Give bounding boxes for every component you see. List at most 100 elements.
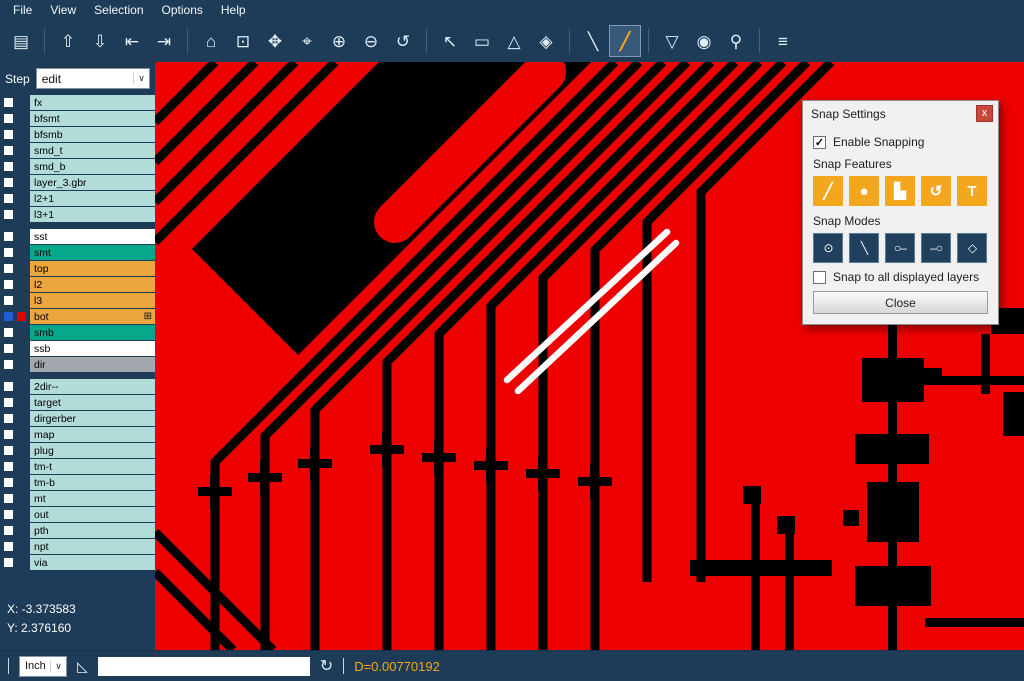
layer-label[interactable]: smd_b	[30, 159, 155, 174]
layer-visibility-checkbox[interactable]	[4, 344, 13, 353]
layer-row-l3+1[interactable]: l3+1	[0, 207, 155, 222]
layer-row-l2[interactable]: l2	[0, 277, 155, 292]
layer-row-plug[interactable]: plug	[0, 443, 155, 458]
layer-visibility-checkbox[interactable]	[4, 178, 13, 187]
layer-label[interactable]: top	[30, 261, 155, 276]
layer-row-smd_t[interactable]: smd_t	[0, 143, 155, 158]
snap-pad-button[interactable]: ●	[849, 176, 879, 206]
find-in-view-icon[interactable]: ⚲	[721, 26, 751, 56]
snap-surface-button[interactable]: ▙	[885, 176, 915, 206]
layer-visibility-checkbox[interactable]	[4, 130, 13, 139]
layer-label[interactable]: via	[30, 555, 155, 570]
layer-visibility-checkbox[interactable]	[4, 382, 13, 391]
menu-options[interactable]: Options	[153, 1, 212, 19]
measure-ruler-icon[interactable]: ╱	[610, 26, 640, 56]
layer-label[interactable]: ssb	[30, 341, 155, 356]
layer-visibility-checkbox[interactable]	[4, 312, 13, 321]
select-polygon-icon[interactable]: △	[499, 26, 529, 56]
menu-view[interactable]: View	[41, 1, 85, 19]
layer-visibility-checkbox[interactable]	[4, 398, 13, 407]
close-button[interactable]: Close	[813, 291, 988, 314]
layer-visibility-checkbox[interactable]	[4, 194, 13, 203]
layer-row-tm-b[interactable]: tm-b	[0, 475, 155, 490]
layer-row-via[interactable]: via	[0, 555, 155, 570]
chevron-down-icon[interactable]: ∨	[133, 73, 149, 84]
layer-visibility-checkbox[interactable]	[4, 526, 13, 535]
layer-label[interactable]: bfsmb	[30, 127, 155, 142]
zoom-previous-icon[interactable]: ↺	[388, 26, 418, 56]
layer-row-bot[interactable]: bot⊞	[0, 309, 155, 324]
layer-row-smb[interactable]: smb	[0, 325, 155, 340]
refresh-icon[interactable]: ↻	[320, 656, 333, 676]
layer-label[interactable]: plug	[30, 443, 155, 458]
import-left-icon[interactable]: ⇤	[117, 26, 147, 56]
zoom-window-icon[interactable]: ⊡	[228, 26, 258, 56]
layer-row-smt[interactable]: smt	[0, 245, 155, 260]
layer-label[interactable]: dirgerber	[30, 411, 155, 426]
snap-center-button[interactable]: ⊙	[813, 233, 843, 263]
layer-row-l2+1[interactable]: l2+1	[0, 191, 155, 206]
angle-measure-icon[interactable]: ◺	[77, 658, 88, 675]
layer-visibility-checkbox[interactable]	[4, 510, 13, 519]
layer-label[interactable]: l2	[30, 277, 155, 292]
layer-row-npt[interactable]: npt	[0, 539, 155, 554]
layer-label[interactable]: npt	[30, 539, 155, 554]
menu-selection[interactable]: Selection	[85, 1, 152, 19]
unit-select[interactable]: Inch ∨	[19, 656, 67, 677]
snap-vertex-button[interactable]: ◇	[957, 233, 987, 263]
export-right-icon[interactable]: ⇥	[149, 26, 179, 56]
display-options-icon[interactable]: ◉	[689, 26, 719, 56]
import-down-icon[interactable]: ⇩	[85, 26, 115, 56]
filter-icon[interactable]: ▽	[657, 26, 687, 56]
layer-label[interactable]: l2+1	[30, 191, 155, 206]
pan-hand-icon[interactable]: ✥	[260, 26, 290, 56]
all-layers-row[interactable]: Snap to all displayed layers	[813, 270, 988, 284]
select-rectangle-icon[interactable]: ▭	[467, 26, 497, 56]
layer-label[interactable]: tm-t	[30, 459, 155, 474]
grid-icon[interactable]: ⊞	[144, 311, 152, 322]
layer-label[interactable]: pth	[30, 523, 155, 538]
layer-visibility-checkbox[interactable]	[4, 98, 13, 107]
pcb-canvas[interactable]: Snap Settings x ✓ Enable Snapping Snap F…	[155, 62, 1024, 650]
layer-label[interactable]: smd_t	[30, 143, 155, 158]
layer-label[interactable]: tm-b	[30, 475, 155, 490]
layer-row-sst[interactable]: sst	[0, 229, 155, 244]
layer-visibility-checkbox[interactable]	[4, 558, 13, 567]
enable-snapping-checkbox[interactable]: ✓	[813, 136, 826, 149]
select-pointer-icon[interactable]: ↖	[435, 26, 465, 56]
layer-visibility-checkbox[interactable]	[4, 162, 13, 171]
layer-visibility-checkbox[interactable]	[4, 360, 13, 369]
layer-visibility-checkbox[interactable]	[4, 280, 13, 289]
open-folder-icon[interactable]: ▤	[6, 26, 36, 56]
layer-label[interactable]: mt	[30, 491, 155, 506]
layer-visibility-checkbox[interactable]	[4, 462, 13, 471]
layer-row-bfsmb[interactable]: bfsmb	[0, 127, 155, 142]
layer-row-tm-t[interactable]: tm-t	[0, 459, 155, 474]
layer-row-dirgerber[interactable]: dirgerber	[0, 411, 155, 426]
snap-arc-button[interactable]: ↺	[921, 176, 951, 206]
layer-row-pth[interactable]: pth	[0, 523, 155, 538]
layer-label[interactable]: l3	[30, 293, 155, 308]
snap-text-button[interactable]: T	[957, 176, 987, 206]
layer-visibility-checkbox[interactable]	[4, 248, 13, 257]
snap-end-left-button[interactable]: ○–	[885, 233, 915, 263]
zoom-in-icon[interactable]: ⊕	[324, 26, 354, 56]
transform-icon[interactable]: ◈	[531, 26, 561, 56]
layer-label[interactable]: 2dir--	[30, 379, 155, 394]
layer-row-map[interactable]: map	[0, 427, 155, 442]
layer-visibility-checkbox[interactable]	[4, 264, 13, 273]
layer-label[interactable]: l3+1	[30, 207, 155, 222]
layer-row-fx[interactable]: fx	[0, 95, 155, 110]
layer-row-dir[interactable]: dir	[0, 357, 155, 372]
layer-row-layer_3.gbr[interactable]: layer_3.gbr	[0, 175, 155, 190]
menu-file[interactable]: File	[4, 1, 41, 19]
layer-visibility-checkbox[interactable]	[4, 232, 13, 241]
layer-label[interactable]: bfsmt	[30, 111, 155, 126]
layer-visibility-checkbox[interactable]	[4, 494, 13, 503]
layer-label[interactable]: bot⊞	[30, 309, 155, 324]
close-icon[interactable]: x	[976, 105, 993, 122]
snap-all-layers-checkbox[interactable]	[813, 271, 826, 284]
export-up-icon[interactable]: ⇧	[53, 26, 83, 56]
home-view-icon[interactable]: ⌂	[196, 26, 226, 56]
zoom-selection-icon[interactable]: ⌖	[292, 26, 322, 56]
